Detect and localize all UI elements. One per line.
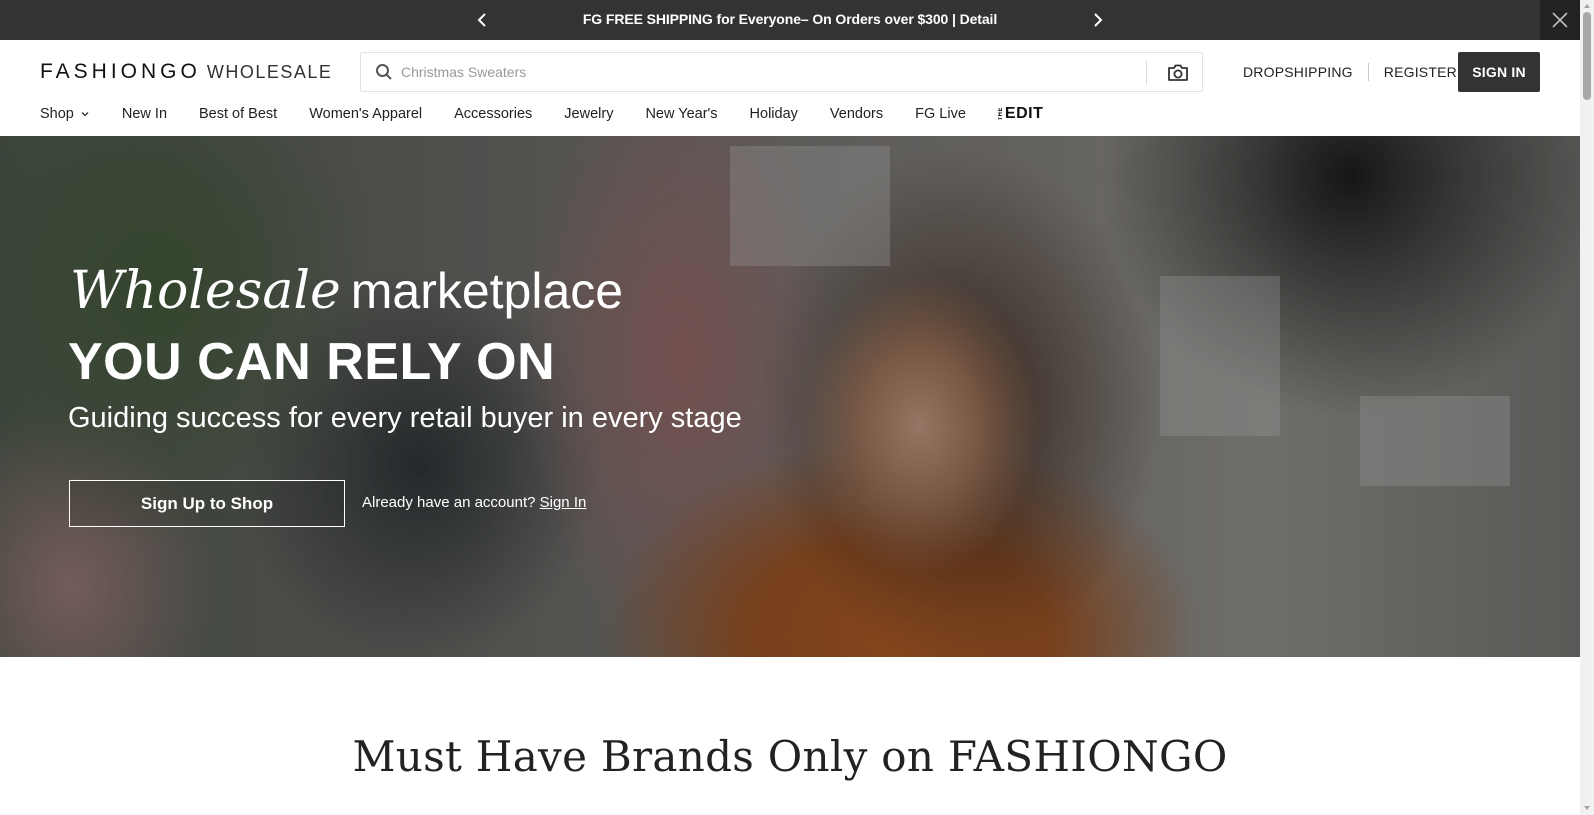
divider [1367, 63, 1369, 81]
nav-item-best-of-best[interactable]: Best of Best [199, 106, 277, 122]
hero-headline-rest: marketplace [350, 263, 624, 319]
nav-item-womens-apparel[interactable]: Women's Apparel [309, 106, 422, 122]
scroll-up-icon[interactable] [1583, 2, 1591, 10]
search-icon[interactable] [375, 63, 393, 81]
chevron-right-icon[interactable] [1087, 10, 1107, 30]
search-divider [1146, 61, 1147, 85]
scroll-thumb[interactable] [1583, 12, 1591, 100]
hero-subheadline: YOU CAN RELY ON [68, 333, 556, 391]
promo-text[interactable]: FG FREE SHIPPING for Everyone– On Orders… [0, 11, 1580, 27]
hero-sign-in-link[interactable]: Sign In [540, 494, 587, 511]
scrollbar[interactable] [1580, 0, 1594, 815]
logo[interactable]: FASHIONGO WHOLESALE [40, 60, 332, 84]
page: FG FREE SHIPPING for Everyone– On Orders… [0, 0, 1594, 815]
account-prompt-text: Already have an account? [362, 494, 536, 511]
chevron-down-icon [81, 112, 89, 117]
nav-item-vendors[interactable]: Vendors [830, 106, 883, 122]
nav-item-jewelry[interactable]: Jewelry [564, 106, 613, 122]
nav-item-fg-live[interactable]: FG Live [915, 106, 966, 122]
nav-item-label: Shop [40, 106, 74, 122]
hero-content: Wholesale marketplace YOU CAN RELY ON Gui… [68, 136, 828, 657]
logo-main: FASHIONGO [40, 60, 201, 83]
scroll-down-icon[interactable] [1583, 804, 1591, 812]
nav-item-new-years[interactable]: New Year's [645, 106, 717, 122]
the-edit-label: EDIT [1004, 105, 1044, 122]
search-input[interactable] [401, 53, 1141, 91]
register-link[interactable]: REGISTER [1384, 64, 1457, 80]
hero-tagline: Guiding success for every retail buyer i… [68, 402, 742, 434]
nav-item-holiday[interactable]: Holiday [750, 106, 798, 122]
nav-item-shop[interactable]: Shop [40, 106, 90, 122]
dropshipping-link[interactable]: DROPSHIPPING [1243, 64, 1353, 80]
close-icon [1552, 12, 1568, 28]
camera-icon[interactable] [1166, 61, 1190, 85]
sign-up-to-shop-button[interactable]: Sign Up to Shop [69, 480, 345, 527]
nav-item-accessories[interactable]: Accessories [454, 106, 532, 122]
hero-headline-italic: Wholesale [70, 261, 341, 321]
search-bar [360, 52, 1203, 92]
header-links: DROPSHIPPING REGISTER [1243, 52, 1457, 92]
sign-in-button[interactable]: SIGN IN [1458, 52, 1540, 92]
hero-banner: Wholesale marketplace YOU CAN RELY ON Gui… [0, 136, 1580, 657]
promo-close-button[interactable] [1540, 0, 1580, 40]
logo-sub: WHOLESALE [206, 62, 333, 82]
section-title: Must Have Brands Only on FASHIONGO [352, 732, 1228, 781]
account-prompt: Already have an account? Sign In [362, 494, 586, 511]
nav-item-the-edit[interactable]: THE EDIT [998, 105, 1043, 123]
promo-bar: FG FREE SHIPPING for Everyone– On Orders… [0, 0, 1580, 40]
nav-item-new-in[interactable]: New In [122, 106, 167, 122]
main-nav: Shop New In Best of Best Women's Apparel… [40, 102, 1043, 126]
hero-headline: Wholesale marketplace [70, 256, 623, 321]
the-edit-prefix: THE [997, 107, 1004, 121]
